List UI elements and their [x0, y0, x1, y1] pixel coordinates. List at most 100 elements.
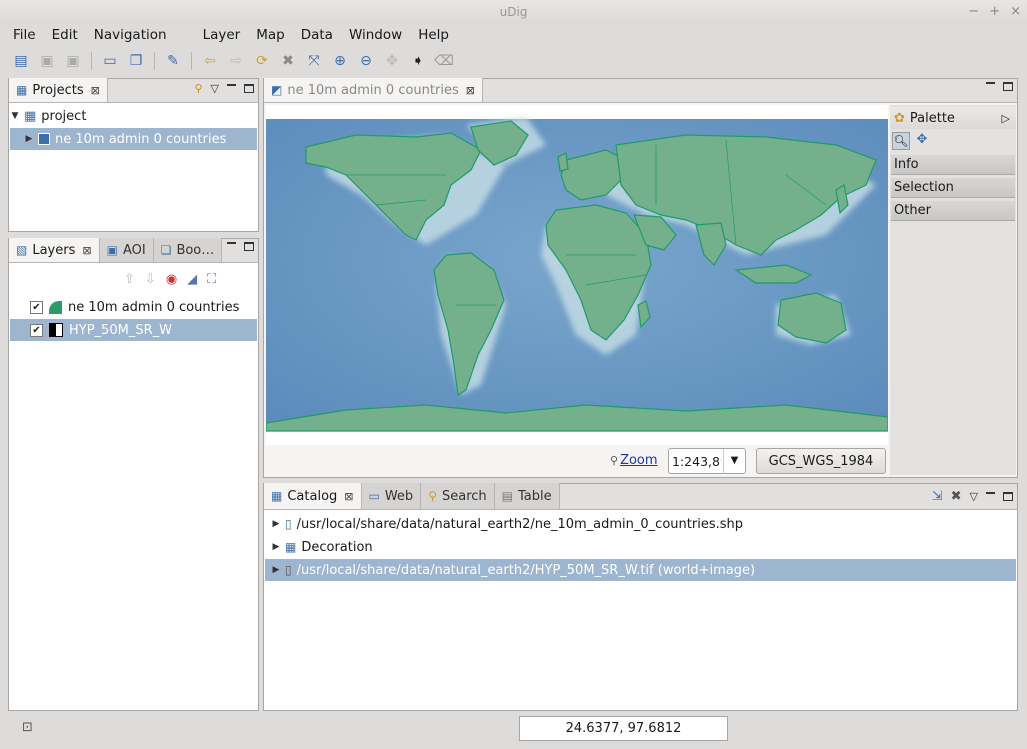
- toolbar-separator: [191, 52, 192, 70]
- catalog-item[interactable]: ▶ ▯ /usr/local/share/data/natural_earth2…: [265, 513, 1016, 535]
- fast-view-icon[interactable]: ⊡: [22, 720, 33, 735]
- palette-group-info[interactable]: Info: [891, 155, 1015, 175]
- move-down-icon[interactable]: ⇩: [145, 272, 156, 287]
- crs-label: GCS_WGS_1984: [768, 453, 874, 469]
- tab-aoi[interactable]: ▣ AOI: [99, 238, 154, 262]
- forward-icon[interactable]: ⇨: [225, 50, 247, 72]
- minimize-icon[interactable]: [227, 242, 236, 251]
- save-all-icon[interactable]: ▣: [62, 50, 84, 72]
- monitor-icon[interactable]: ▭: [99, 50, 121, 72]
- maximize-icon[interactable]: [1003, 82, 1013, 91]
- tree-item-project[interactable]: ▼ ▦ project: [10, 105, 257, 127]
- close-icon[interactable]: ⊠: [82, 244, 91, 257]
- tab-layers[interactable]: ▧ Layers ⊠: [9, 238, 100, 262]
- select-arrow-icon[interactable]: ➧: [407, 50, 429, 72]
- close-icon[interactable]: ⊠: [344, 490, 353, 503]
- zoom-link[interactable]: ⚲ Zoom: [610, 453, 658, 468]
- style-icon[interactable]: ◉: [166, 272, 177, 287]
- move-up-icon[interactable]: ⇧: [124, 272, 135, 287]
- catalog-view-controls: ⇲ ✖ ▽: [932, 489, 1013, 504]
- minimize-icon[interactable]: −: [968, 0, 979, 24]
- zoom-out-icon[interactable]: ⊖: [355, 50, 377, 72]
- menu-navigation[interactable]: Navigation: [86, 24, 175, 46]
- tab-layers-label: Layers: [32, 242, 76, 258]
- tab-catalog-label: Catalog: [287, 488, 338, 504]
- maximize-icon[interactable]: [1003, 492, 1013, 501]
- crs-button[interactable]: GCS_WGS_1984: [756, 448, 886, 474]
- chevron-right-icon[interactable]: ▶: [24, 134, 34, 144]
- tab-table[interactable]: ▤ Table: [494, 483, 560, 509]
- tab-catalog[interactable]: ▦ Catalog ⊠: [264, 483, 362, 509]
- catalog-item[interactable]: ▶ ▦ Decoration: [265, 536, 1016, 558]
- chevron-right-icon[interactable]: ▷: [1002, 112, 1010, 125]
- chevron-right-icon[interactable]: ▶: [271, 542, 281, 552]
- close-icon[interactable]: ⊠: [91, 84, 100, 97]
- menu-layer[interactable]: Layer: [195, 24, 249, 46]
- layer-checkbox[interactable]: ✔: [30, 300, 43, 314]
- windows-icon[interactable]: ❐: [125, 50, 147, 72]
- menu-data[interactable]: Data: [293, 24, 341, 46]
- map-editor-controls: [986, 82, 1013, 91]
- tab-table-label: Table: [518, 488, 552, 504]
- catalog-item-label: /usr/local/share/data/natural_earth2/HYP…: [296, 562, 756, 578]
- menu-edit[interactable]: Edit: [44, 24, 86, 46]
- map-status-bar: ⚲ Zoom 1:243,89 ▼ GCS_WGS_1984: [266, 446, 888, 476]
- edit-icon[interactable]: ✎: [162, 50, 184, 72]
- catalog-view-header: ▦ Catalog ⊠ ▭ Web ⚲ Search ▤ Table ⇲ ✖ ▽: [264, 483, 1017, 510]
- chevron-down-icon[interactable]: ▽: [970, 490, 978, 503]
- menu-help[interactable]: Help: [410, 24, 457, 46]
- eraser-icon[interactable]: ⌫: [433, 50, 455, 72]
- menu-file[interactable]: File: [5, 24, 44, 46]
- catalog-item[interactable]: ▶ ▯ /usr/local/share/data/natural_earth2…: [265, 559, 1016, 581]
- pan-icon[interactable]: ✥: [381, 50, 403, 72]
- layer-row[interactable]: ✔ ne 10m admin 0 countries: [10, 296, 257, 318]
- link-icon[interactable]: ⚲: [194, 82, 202, 95]
- new-icon[interactable]: ▤: [10, 50, 32, 72]
- zoom-extent-icon[interactable]: ⤧: [303, 50, 325, 72]
- tab-search[interactable]: ⚲ Search: [421, 483, 495, 509]
- pan-tool-icon[interactable]: ✥: [913, 132, 931, 150]
- maximize-icon[interactable]: [244, 84, 254, 93]
- minimize-icon[interactable]: [986, 492, 995, 501]
- coordinates-value: 24.6377, 97.6812: [565, 721, 682, 736]
- toolbar-separator: [154, 52, 155, 70]
- layer-row[interactable]: ✔ HYP_50M_SR_W: [10, 319, 257, 341]
- save-icon[interactable]: ▣: [36, 50, 58, 72]
- palette-group-selection[interactable]: Selection: [891, 178, 1015, 198]
- minimize-icon[interactable]: [227, 84, 236, 93]
- maximize-icon[interactable]: [244, 242, 254, 251]
- chevron-right-icon[interactable]: ▶: [271, 565, 281, 575]
- projects-view-header: ▦ Projects ⊠ ⚲ ▽: [9, 78, 258, 103]
- chevron-right-icon[interactable]: ▶: [271, 519, 281, 529]
- zoom-in-icon[interactable]: ⊕: [329, 50, 351, 72]
- chevron-down-icon[interactable]: ▼: [10, 111, 20, 121]
- chevron-down-icon[interactable]: ▽: [211, 82, 219, 95]
- layer-checkbox[interactable]: ✔: [30, 323, 43, 337]
- maximize-icon[interactable]: +: [989, 0, 1000, 24]
- zoom-tool-icon[interactable]: 🔍︎: [892, 132, 910, 150]
- chevron-down-icon[interactable]: ▼: [723, 449, 745, 473]
- tab-projects[interactable]: ▦ Projects ⊠: [9, 78, 108, 102]
- tab-web[interactable]: ▭ Web: [361, 483, 422, 509]
- close-icon[interactable]: ⊠: [466, 84, 475, 97]
- tab-map[interactable]: ◩ ne 10m admin 0 countries ⊠: [264, 78, 483, 102]
- scale-combo[interactable]: 1:243,89 ▼: [668, 448, 746, 474]
- select-layer-icon[interactable]: ⛶: [207, 272, 216, 287]
- layers-view-controls: [227, 242, 254, 251]
- edit-style-icon[interactable]: ◢: [187, 272, 197, 287]
- tab-bookmarks[interactable]: ❏ Boo…: [153, 238, 223, 262]
- import-icon[interactable]: ⇲: [932, 489, 943, 504]
- close-icon[interactable]: ×: [1010, 0, 1021, 24]
- menu-map[interactable]: Map: [248, 24, 293, 46]
- scale-value[interactable]: 1:243,89: [669, 454, 721, 469]
- minimize-icon[interactable]: [986, 82, 995, 91]
- map-canvas[interactable]: [266, 105, 888, 445]
- palette-group-other[interactable]: Other: [891, 201, 1015, 221]
- back-icon[interactable]: ⇦: [199, 50, 221, 72]
- tree-item-map[interactable]: ▶ ne 10m admin 0 countries: [10, 128, 257, 150]
- stop-icon[interactable]: ✖: [277, 50, 299, 72]
- menu-window[interactable]: Window: [341, 24, 410, 46]
- remove-icon[interactable]: ✖: [951, 489, 962, 504]
- map-icon: ◩: [271, 83, 283, 97]
- refresh-icon[interactable]: ⟳: [251, 50, 273, 72]
